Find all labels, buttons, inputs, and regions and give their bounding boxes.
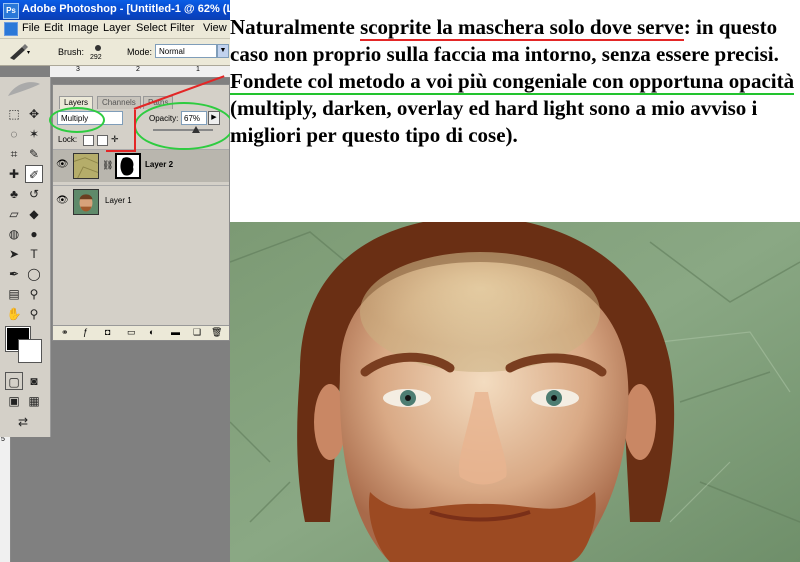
highlight-opacity	[134, 102, 234, 150]
annotation-pointer	[134, 110, 136, 150]
slice-tool-icon[interactable]: ✎	[25, 145, 43, 163]
chevron-down-icon[interactable]: ▼	[217, 44, 229, 58]
hand-tool-icon[interactable]: ✋	[5, 305, 23, 323]
lock-pixels-checkbox[interactable]	[97, 135, 108, 146]
mode-label: Mode:	[127, 47, 153, 57]
type-tool-icon[interactable]: T	[25, 245, 43, 263]
brush-tool-icon[interactable]: ✐	[25, 165, 43, 183]
layer-style-icon[interactable]: ƒ	[83, 327, 88, 337]
history-brush-tool-icon[interactable]: ↺	[25, 185, 43, 203]
notes-tool-icon[interactable]: ▤	[5, 285, 23, 303]
layer-mask-thumbnail[interactable]	[115, 153, 141, 179]
annotation-segment-red: scoprite la maschera solo dove serve	[360, 15, 684, 41]
annotation-panel: Naturalmente scoprite la maschera solo d…	[230, 0, 800, 224]
paint-bucket-tool-icon[interactable]: ◆	[25, 205, 43, 223]
menu-filter[interactable]: Filter	[170, 22, 194, 34]
menu-edit[interactable]: Edit	[44, 22, 63, 34]
layer-thumbnail	[73, 189, 99, 215]
annotation-text: Naturalmente scoprite la maschera solo d…	[230, 14, 800, 149]
feather-logo-icon	[8, 82, 40, 96]
layer-name: Layer 2	[145, 160, 174, 169]
pen-tool-icon[interactable]: ✒	[5, 265, 23, 283]
menu-layer[interactable]: Layer	[103, 22, 131, 34]
shape-tool-icon[interactable]: ◯	[25, 265, 43, 283]
ruler-tick: 2	[136, 66, 140, 73]
healing-brush-tool-icon[interactable]: ✚	[5, 165, 23, 183]
eye-icon[interactable]: 👁	[56, 160, 69, 170]
folder-icon[interactable]: ▬	[171, 327, 180, 337]
menu-select[interactable]: Select	[136, 22, 167, 34]
dodge-tool-icon[interactable]: ●	[25, 225, 43, 243]
trash-icon[interactable]: 🗑	[211, 327, 222, 338]
eye-icon[interactable]: 👁	[56, 196, 69, 206]
marquee-tool-icon[interactable]: ⬚	[5, 105, 23, 123]
quick-mask-mode-icon[interactable]: ◙	[25, 372, 43, 390]
menu-file[interactable]: File	[22, 22, 40, 34]
annotation-segment-green: Fondete col metodo a voi più congeniale …	[230, 69, 795, 95]
menu-view[interactable]: View	[203, 22, 227, 34]
zoom-tool-icon[interactable]: ⚲	[25, 305, 43, 323]
menu-bar: File Edit Image Layer Select Filter View	[0, 20, 240, 39]
ruler-tick: 1	[196, 66, 200, 73]
annotation-pointer	[106, 150, 136, 152]
jump-to-imageready-icon[interactable]: ⇄	[14, 413, 32, 431]
brush-size: 292	[90, 54, 102, 61]
path-selection-tool-icon[interactable]: ➤	[5, 245, 23, 263]
layer-thumbnail	[73, 153, 99, 179]
title-bar: Ps Adobe Photoshop - [Untitled-1 @ 62% (…	[0, 0, 348, 20]
brush-tool-icon[interactable]	[6, 43, 32, 61]
lock-transparency-checkbox[interactable]	[83, 135, 94, 146]
photoshop-icon: Ps	[3, 3, 19, 19]
blur-tool-icon[interactable]: ◍	[5, 225, 23, 243]
add-mask-icon[interactable]: ◘	[105, 327, 110, 337]
magic-wand-tool-icon[interactable]: ✶	[25, 125, 43, 143]
portrait-photo	[230, 222, 800, 562]
screen-mode-icon[interactable]: ▣	[5, 392, 23, 410]
link-icon[interactable]: ⛓	[102, 160, 113, 171]
menu-image[interactable]: Image	[68, 22, 99, 34]
background-color-swatch[interactable]	[18, 339, 42, 363]
new-layer-icon[interactable]: ❑	[193, 327, 201, 338]
adjustment-layer-icon[interactable]: ◐	[149, 327, 154, 337]
toolbox: ⬚ ✥ ◌ ✶ ⌗ ✎ ✚ ✐ ♣ ↺ ▱ ◆ ◍ ● ➤ T ✒ ◯ ▤ ⚲ …	[0, 77, 51, 437]
full-screen-mode-icon[interactable]: ▦	[25, 392, 43, 410]
ruler-tick: 3	[76, 66, 80, 73]
options-bar: Brush: 292 Mode: Normal ▼	[0, 39, 240, 66]
layer-name: Layer 1	[105, 196, 132, 205]
highlight-blend-mode	[49, 107, 105, 133]
move-tool-icon[interactable]: ✥	[25, 105, 43, 123]
annotation-segment: Naturalmente	[230, 15, 361, 39]
layer-row-layer-2[interactable]: 👁 ⛓ Layer 2	[53, 149, 229, 182]
clone-stamp-tool-icon[interactable]: ♣	[5, 185, 23, 203]
mode-select[interactable]: Normal	[155, 44, 217, 58]
link-layers-icon[interactable]: ⚭	[61, 327, 69, 338]
standard-mode-icon[interactable]: ▢	[5, 372, 23, 390]
lock-label: Lock:	[58, 135, 78, 144]
annotation-segment: (multiply, darken, overlay ed hard light…	[230, 96, 758, 147]
ruler-top: 3 2 1	[50, 66, 230, 78]
lock-position-icon[interactable]: ✛	[111, 135, 120, 144]
new-set-icon[interactable]: ▭	[127, 327, 136, 338]
layers-palette-footer: ⚭ ƒ ◘ ▭ ◐ ▬ ❑ 🗑	[53, 325, 229, 340]
document-icon[interactable]	[4, 22, 18, 36]
crop-tool-icon[interactable]: ⌗	[5, 145, 23, 163]
eraser-tool-icon[interactable]: ▱	[5, 205, 23, 223]
ruler-tick: 5	[1, 436, 5, 443]
ruler-left: 5	[0, 430, 11, 562]
lasso-tool-icon[interactable]: ◌	[5, 125, 23, 143]
layer-row-layer-1[interactable]: 👁 Layer 1	[53, 185, 229, 218]
brush-label: Brush:	[58, 47, 85, 57]
eyedropper-tool-icon[interactable]: ⚲	[25, 285, 43, 303]
